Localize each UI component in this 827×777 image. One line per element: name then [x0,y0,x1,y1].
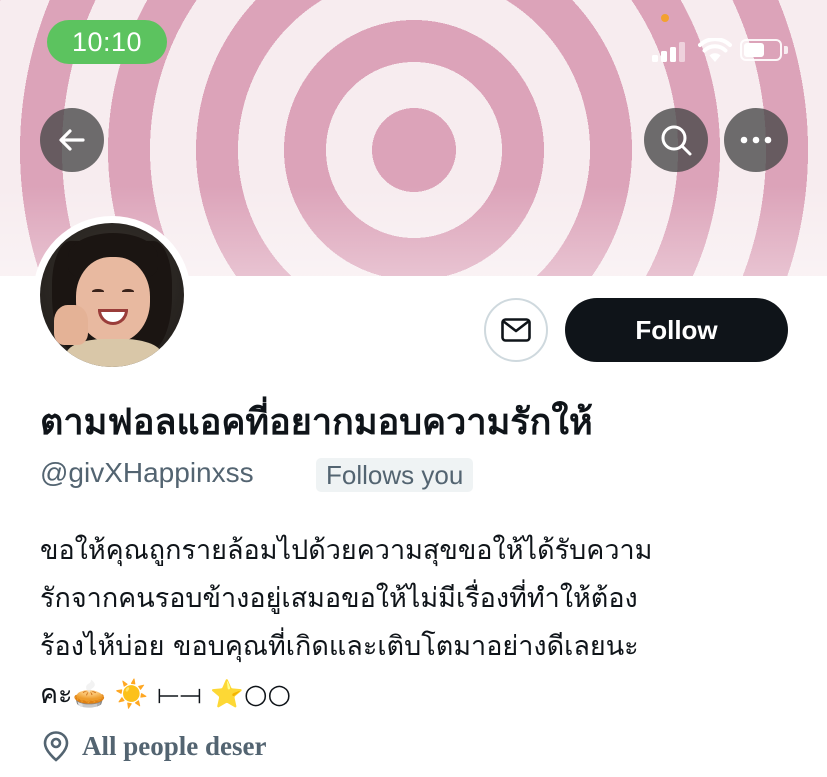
wifi-icon [698,38,732,62]
mail-icon [501,318,531,342]
profile-bio: ขอให้คุณถูกรายล้อมไปด้วยความสุขขอให้ได้ร… [40,527,800,719]
avatar-photo [40,223,184,367]
bio-line: รักจากคนรอบข้างอยู่เสมอขอให้ไม่มีเรื่องท… [40,583,638,614]
battery-cap [784,46,788,54]
privacy-indicator-dot [661,14,669,22]
bio-line: ขอให้คุณถูกรายล้อมไปด้วยความสุขขอให้ได้ร… [40,535,653,566]
location-pin-icon [43,731,69,762]
status-time: 10:10 [47,20,167,64]
bio-line: ร้องไห้บ่อย ขอบคุณที่เกิดและเติบโตมาอย่า… [40,631,639,662]
search-icon [661,125,692,156]
arrow-left-icon [59,129,85,151]
more-options-button[interactable] [724,108,788,172]
location-text: All people deser [82,730,267,761]
profile-avatar[interactable] [33,216,191,374]
battery-icon [740,39,782,61]
follow-button[interactable]: Follow [565,298,788,362]
follows-you-badge: Follows you [316,458,474,492]
more-horizontal-icon [740,136,772,144]
back-button[interactable] [40,108,104,172]
display-name: ตามฟอลแอคที่อยากมอบความรักให้ [40,402,593,443]
location-row: All people deser [42,726,266,766]
search-button[interactable] [644,108,708,172]
cellular-signal-icon [652,40,690,62]
bio-line: คะ🥧 ☀️ ⟝⟞ ⭐○○ [40,679,292,710]
message-button[interactable] [484,298,548,362]
user-handle: @givXHappinxss [40,457,254,488]
